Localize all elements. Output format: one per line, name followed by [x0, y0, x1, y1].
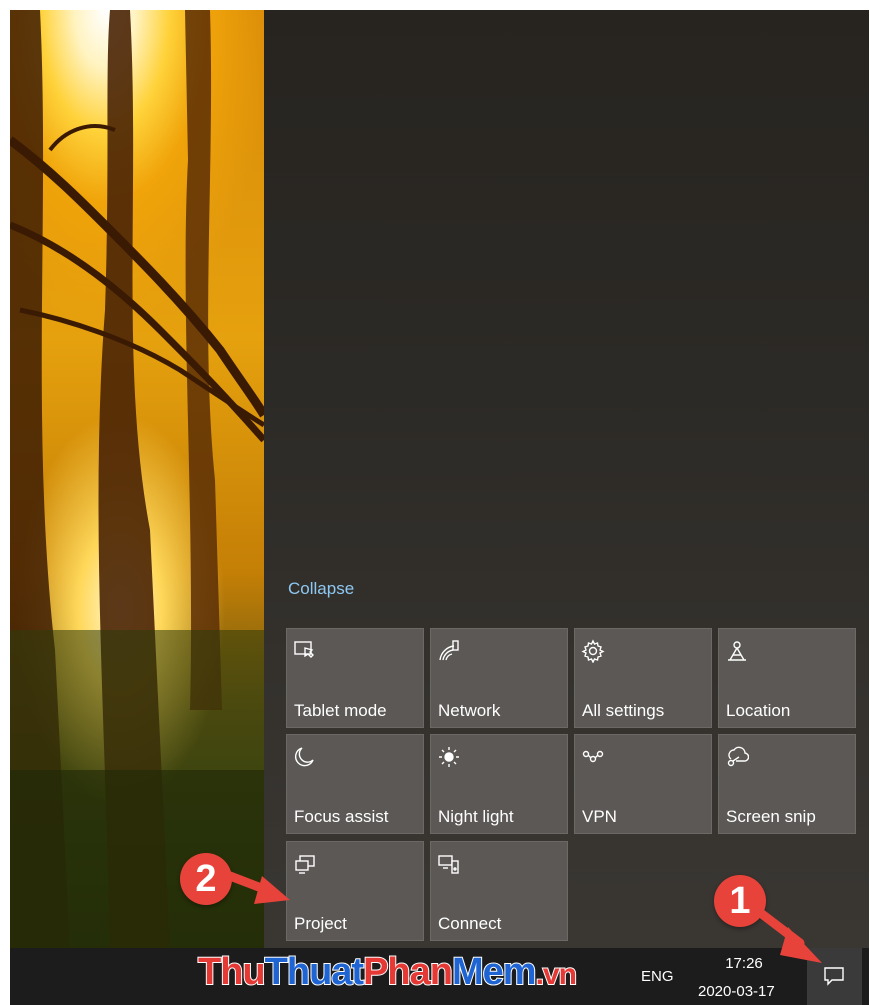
watermark-part: Thuat	[264, 950, 365, 994]
screen-snip-icon	[725, 745, 750, 769]
tile-location[interactable]: Location	[718, 628, 856, 728]
tile-label: All settings	[582, 701, 665, 720]
tile-label: Focus assist	[294, 807, 389, 826]
moon-icon	[293, 745, 317, 769]
tile-label: Tablet mode	[294, 701, 387, 720]
annotation-arrow-1	[753, 906, 822, 963]
vpn-icon	[581, 745, 605, 769]
sun-icon	[437, 745, 461, 769]
tablet-mode-icon	[293, 639, 317, 663]
forest-image	[10, 10, 264, 948]
watermark-part: Mem	[451, 950, 538, 994]
tile-label: VPN	[582, 807, 617, 826]
annotation-arrow-2	[226, 871, 290, 904]
location-icon	[725, 639, 749, 663]
desktop-wallpaper	[10, 10, 264, 948]
project-icon	[293, 852, 317, 876]
annotation-badge-2: 2	[180, 853, 232, 905]
tile-label: Network	[438, 701, 501, 720]
tile-label: Project	[294, 914, 347, 933]
gear-icon	[581, 639, 605, 664]
tile-vpn[interactable]: VPN	[574, 734, 712, 834]
tile-tablet-mode[interactable]: Tablet mode	[286, 628, 424, 728]
collapse-link[interactable]: Collapse	[288, 579, 354, 599]
language-indicator[interactable]: ENG	[641, 968, 674, 985]
tile-focus-assist[interactable]: Focus assist	[286, 734, 424, 834]
clock-date[interactable]: 2020-03-17	[698, 983, 775, 1000]
watermark-part: .vn	[535, 957, 578, 992]
network-icon	[437, 639, 461, 663]
tile-connect[interactable]: Connect	[430, 841, 568, 941]
tile-night-light[interactable]: Night light	[430, 734, 568, 834]
tile-label: Location	[726, 701, 791, 720]
tile-label: Screen snip	[726, 807, 816, 826]
tile-label: Night light	[438, 807, 514, 826]
watermark-logo: ThuThuatPhanMem.vn	[197, 950, 578, 994]
tile-network[interactable]: Network	[430, 628, 568, 728]
tile-label: Connect	[438, 914, 502, 933]
watermark-part: Phan	[362, 950, 454, 994]
connect-icon	[437, 852, 461, 876]
tile-project[interactable]: Project	[286, 841, 424, 941]
tile-all-settings[interactable]: All settings	[574, 628, 712, 728]
tile-screen-snip[interactable]: Screen snip	[718, 734, 856, 834]
watermark-part: Thu	[197, 950, 267, 994]
